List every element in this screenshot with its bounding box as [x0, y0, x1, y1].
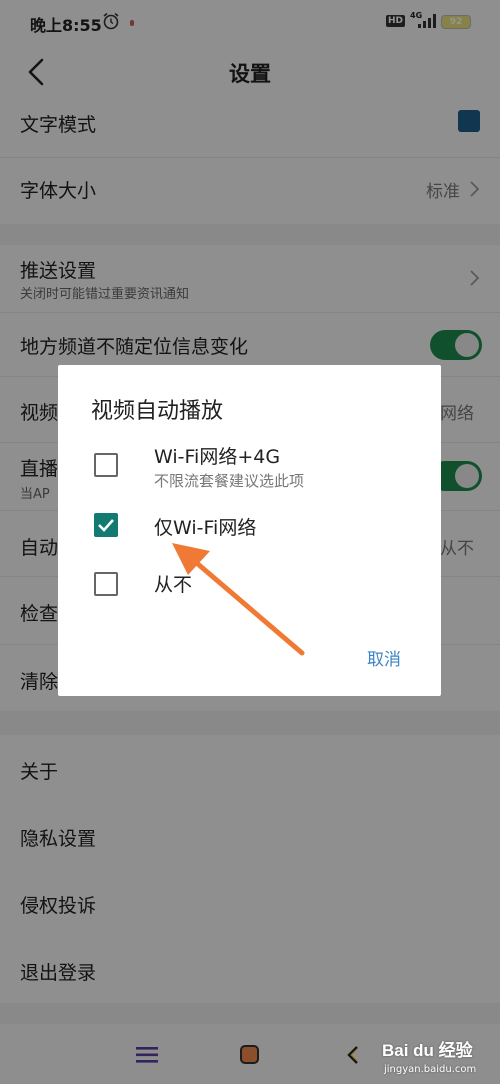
checkbox-unchecked-icon[interactable]: [94, 572, 118, 596]
baidu-watermark: Bai du 经验 jingyan.baidu.com: [382, 1036, 500, 1084]
option-label: Wi-Fi网络+4G: [154, 446, 281, 468]
option-description: 不限流套餐建议选此项: [154, 472, 305, 490]
checkbox-checked-icon[interactable]: [94, 513, 118, 537]
checkbox-unchecked-icon[interactable]: [94, 453, 118, 477]
watermark-url: jingyan.baidu.com: [384, 1064, 477, 1075]
cancel-button[interactable]: 取消: [367, 645, 401, 670]
watermark-logo: Bai du 经验: [382, 1041, 473, 1060]
annotation-arrow-icon: [172, 543, 305, 656]
checkmark-icon: [98, 519, 114, 532]
dialog-title: 视频自动播放: [91, 399, 224, 424]
